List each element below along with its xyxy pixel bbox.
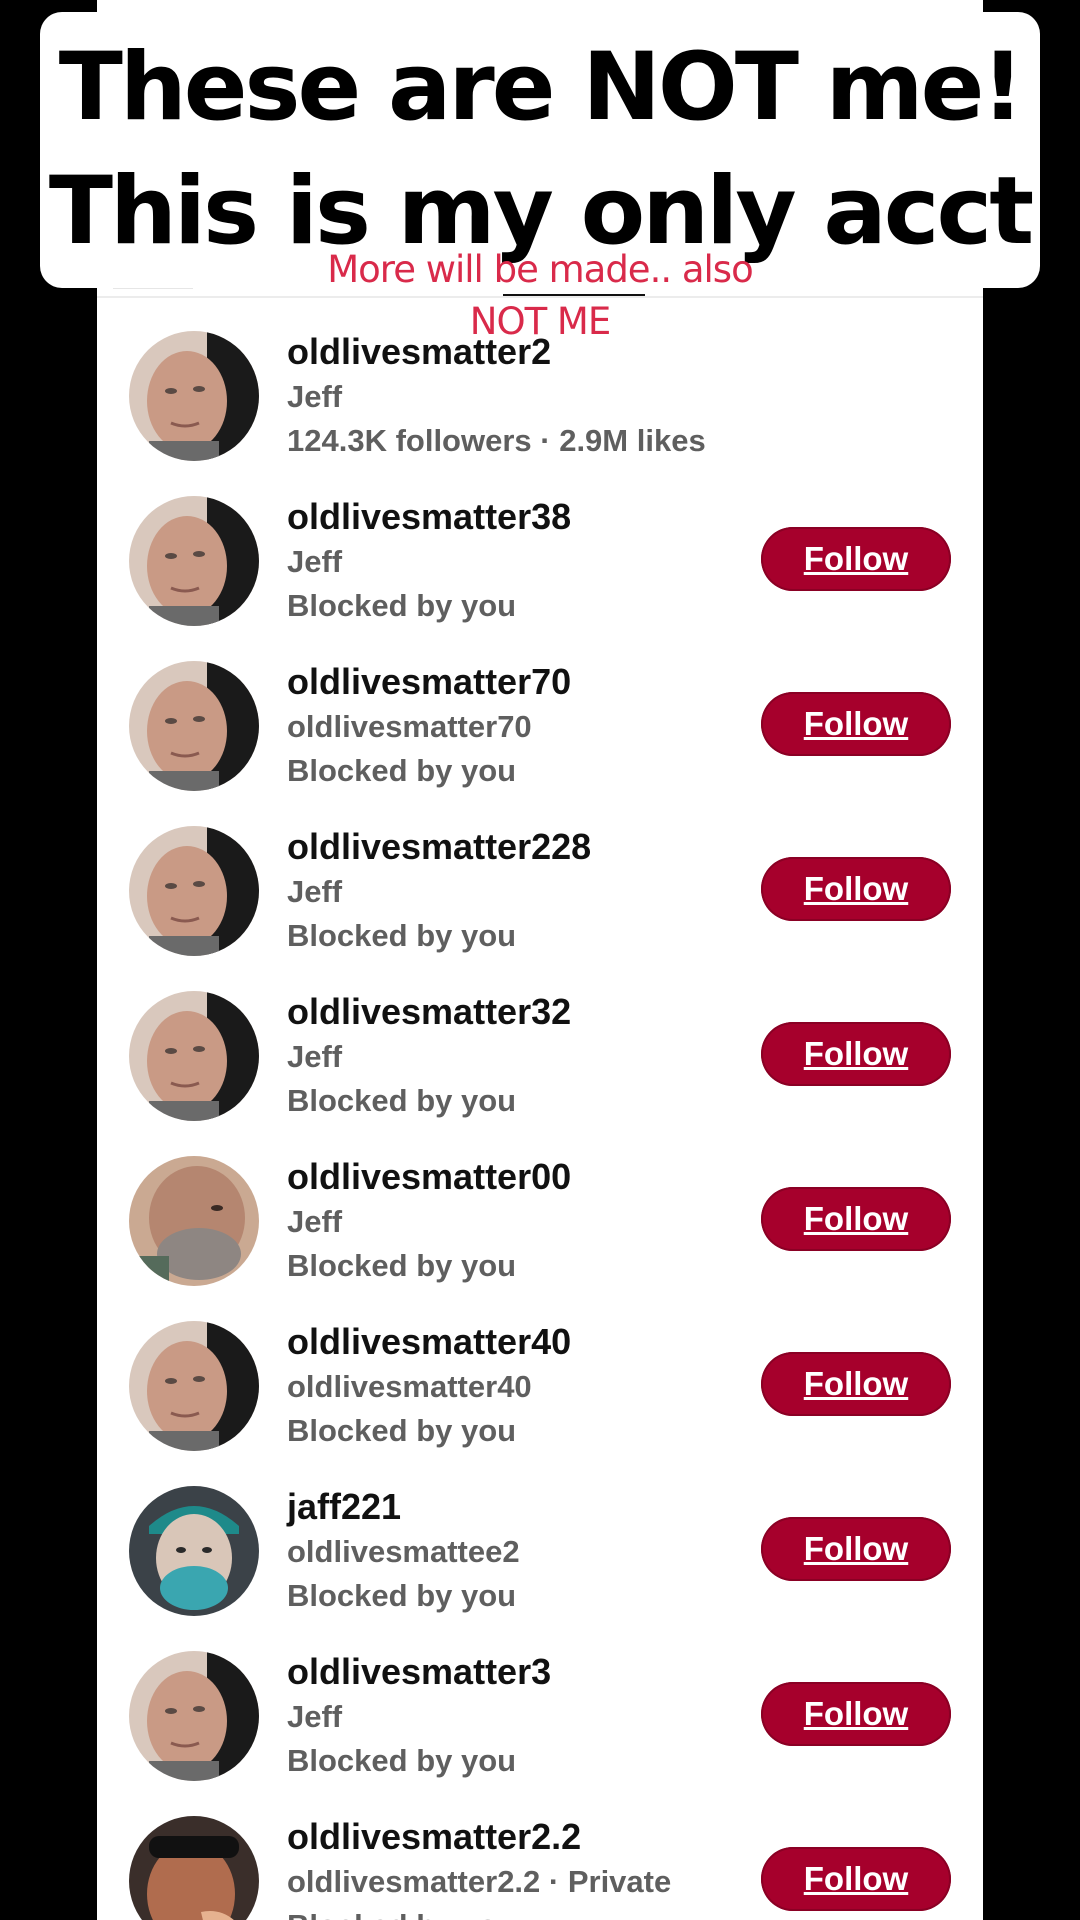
display-name: oldlivesmattee2 [287, 1534, 520, 1569]
follow-button[interactable]: Follow [761, 1682, 951, 1746]
username: oldlivesmatter32 [287, 991, 572, 1032]
blocked-status: Blocked by you [287, 753, 517, 788]
list-item[interactable]: oldlivesmatter2 Jeff 124.3K followers · … [97, 330, 983, 495]
blocked-status: Blocked by you [287, 1083, 517, 1118]
username: oldlivesmatter3 [287, 1651, 552, 1692]
username: jaff221 [287, 1486, 402, 1527]
follow-button[interactable]: Follow [761, 527, 951, 591]
blocked-status: Blocked by you [287, 1578, 517, 1613]
avatar[interactable] [129, 1816, 259, 1920]
display-name: oldlivesmatter2.2 · Private [287, 1864, 672, 1899]
follow-button[interactable]: Follow [761, 1187, 951, 1251]
follow-button[interactable]: Follow [761, 1517, 951, 1581]
display-name: Jeff [287, 1039, 343, 1074]
overlay-note: More will be made.. also NOT ME [327, 248, 753, 343]
avatar[interactable] [129, 1156, 259, 1286]
avatar[interactable] [129, 1651, 259, 1781]
username: oldlivesmatter228 [287, 826, 592, 867]
display-name: Jeff [287, 1699, 343, 1734]
blocked-status: Blocked by you [287, 918, 517, 953]
list-item[interactable]: oldlivesmatter228 Jeff Blocked by you Fo… [97, 825, 983, 990]
list-item[interactable]: oldlivesmatter3 Jeff Blocked by you Foll… [97, 1650, 983, 1815]
avatar[interactable] [129, 1321, 259, 1451]
list-item[interactable]: jaff221 oldlivesmattee2 Blocked by you F… [97, 1485, 983, 1650]
username: oldlivesmatter00 [287, 1156, 572, 1197]
follow-button[interactable]: Follow [761, 857, 951, 921]
list-item[interactable]: oldlivesmatter70 oldlivesmatter70 Blocke… [97, 660, 983, 825]
list-item[interactable]: oldlivesmatter38 Jeff Blocked by you Fol… [97, 495, 983, 660]
caption-line-1: These are NOT me! [58, 33, 1024, 142]
avatar[interactable] [129, 496, 259, 626]
follow-button[interactable]: Follow [761, 1352, 951, 1416]
avatar[interactable] [129, 1486, 259, 1616]
blocked-status: Blocked by you [287, 1413, 517, 1448]
list-item[interactable]: oldlivesmatter2.2 oldlivesmatter2.2 · Pr… [97, 1815, 983, 1920]
blocked-status: Blocked by you [287, 1904, 671, 1920]
username: oldlivesmatter40 [287, 1321, 572, 1362]
list-item[interactable]: oldlivesmatter32 Jeff Blocked by you Fol… [97, 990, 983, 1155]
display-name: Jeff [287, 1204, 343, 1239]
display-name: oldlivesmatter40 [287, 1369, 532, 1404]
follow-button[interactable]: Follow [761, 692, 951, 756]
follower-stats: 124.3K followers · 2.9M likes [287, 423, 706, 458]
avatar[interactable] [129, 826, 259, 956]
blocked-status: Blocked by you [287, 1248, 517, 1283]
display-name: Jeff [287, 874, 343, 909]
blocked-status: Blocked by you [287, 588, 517, 623]
blocked-status: Blocked by you [287, 1743, 517, 1778]
avatar[interactable] [129, 661, 259, 791]
avatar[interactable] [129, 991, 259, 1121]
display-name: Jeff [287, 544, 343, 579]
avatar[interactable] [129, 331, 259, 461]
list-item[interactable]: oldlivesmatter40 oldlivesmatter40 Blocke… [97, 1320, 983, 1485]
display-name: oldlivesmatter70 [287, 709, 532, 744]
list-item[interactable]: oldlivesmatter00 Jeff Blocked by you Fol… [97, 1155, 983, 1320]
username: oldlivesmatter2.2 [287, 1816, 582, 1857]
follow-button[interactable]: Follow [761, 1022, 951, 1086]
username: oldlivesmatter38 [287, 496, 572, 537]
username: oldlivesmatter70 [287, 661, 572, 702]
display-name: Jeff [287, 379, 343, 414]
follow-button[interactable]: Follow [761, 1847, 951, 1911]
